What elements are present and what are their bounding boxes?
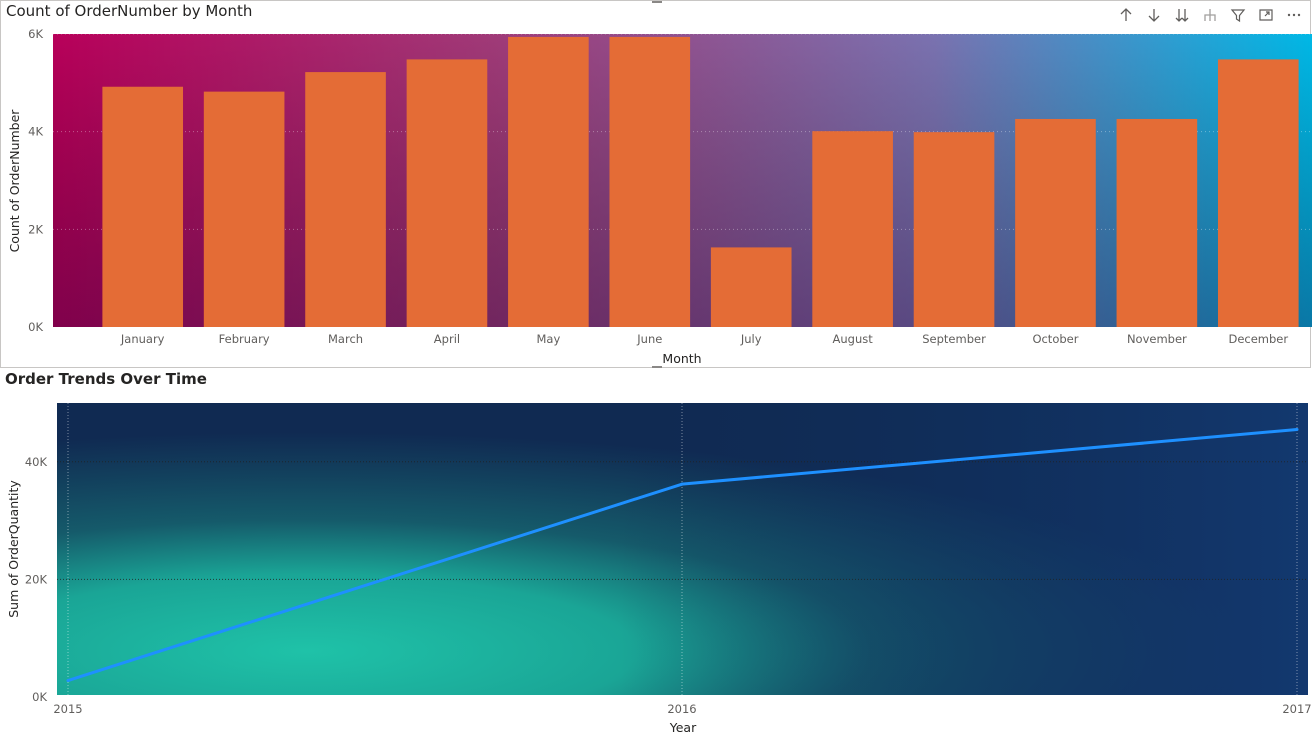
- y-tick-label: 40K: [25, 455, 48, 469]
- x-tick-label: March: [328, 332, 363, 346]
- x-tick-label: July: [740, 332, 762, 346]
- x-tick-label: January: [120, 332, 165, 346]
- x-axis-title: Year: [669, 720, 697, 733]
- bar-august: [812, 131, 893, 327]
- bar-december: [1217, 59, 1299, 327]
- line-chart-visual[interactable]: Order Trends Over Time 0K 20K 40K 2015 2016…: [0, 368, 1313, 733]
- x-tick-label: November: [1127, 332, 1187, 346]
- y-tick-label: 0K: [28, 320, 43, 334]
- y-tick-label: 2K: [28, 222, 43, 236]
- bar-january: [102, 86, 184, 328]
- line-point: [680, 482, 684, 486]
- y-tick-label: 4K: [28, 125, 43, 139]
- bar-september: [913, 132, 995, 327]
- x-tick-label: February: [219, 332, 270, 346]
- bar-july: [710, 247, 792, 327]
- bar-october: [1015, 118, 1096, 327]
- bar-june: [609, 36, 691, 328]
- x-tick-label: September: [922, 332, 986, 346]
- x-tick-label: October: [1032, 332, 1078, 346]
- bar-chart-plot: 0K 2K 4K 6K January February March April May Jun…: [7, 27, 1312, 366]
- bar-november: [1116, 118, 1198, 327]
- x-tick-label: April: [434, 332, 460, 346]
- line-point: [1295, 427, 1299, 431]
- line-point: [66, 679, 70, 683]
- x-tick-label: December: [1228, 332, 1288, 346]
- bar-february: [203, 91, 285, 327]
- y-tick-label: 20K: [25, 572, 48, 586]
- bar-chart-visual[interactable]: Count of OrderNumber by Month 0K 2K 4K 6…: [0, 0, 1312, 368]
- x-tick-label: May: [536, 332, 560, 346]
- y-tick-label: 6K: [28, 27, 43, 41]
- x-tick-label: August: [833, 332, 874, 346]
- bar-april: [406, 59, 488, 327]
- bar-march: [305, 72, 386, 327]
- x-tick-label: June: [636, 332, 662, 346]
- y-tick-label: 0K: [32, 690, 47, 704]
- x-tick-label: 2017: [1282, 702, 1311, 716]
- x-axis-title: Month: [662, 351, 701, 366]
- x-tick-label: 2015: [53, 702, 82, 716]
- plot-background-shade: [57, 403, 1308, 695]
- y-axis-title: Count of OrderNumber: [7, 109, 22, 253]
- bar-may: [508, 36, 589, 328]
- line-chart-plot: 0K 20K 40K 2015 2016 2017 Sum of OrderQuanti…: [6, 403, 1312, 733]
- y-axis-title: Sum of OrderQuantity: [6, 480, 21, 618]
- x-tick-label: 2016: [667, 702, 696, 716]
